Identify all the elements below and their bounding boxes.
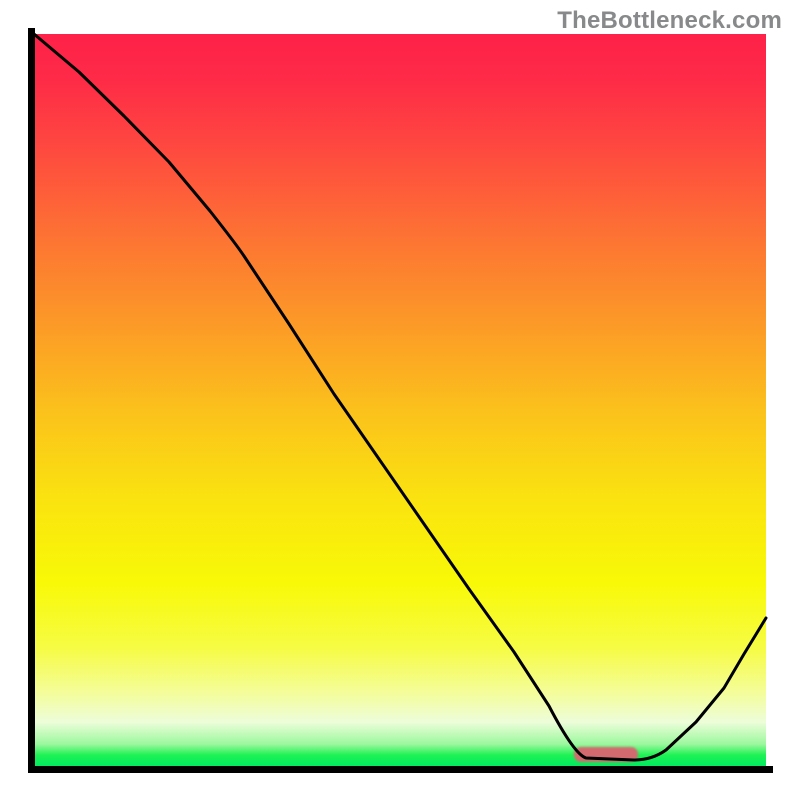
plot-area — [34, 34, 766, 766]
watermark-text: TheBottleneck.com — [557, 7, 782, 35]
curve-layer — [34, 34, 766, 766]
bottleneck-curve — [34, 34, 766, 760]
chart-stage: TheBottleneck.com — [0, 0, 800, 800]
y-axis — [28, 28, 35, 773]
x-axis — [28, 766, 773, 773]
